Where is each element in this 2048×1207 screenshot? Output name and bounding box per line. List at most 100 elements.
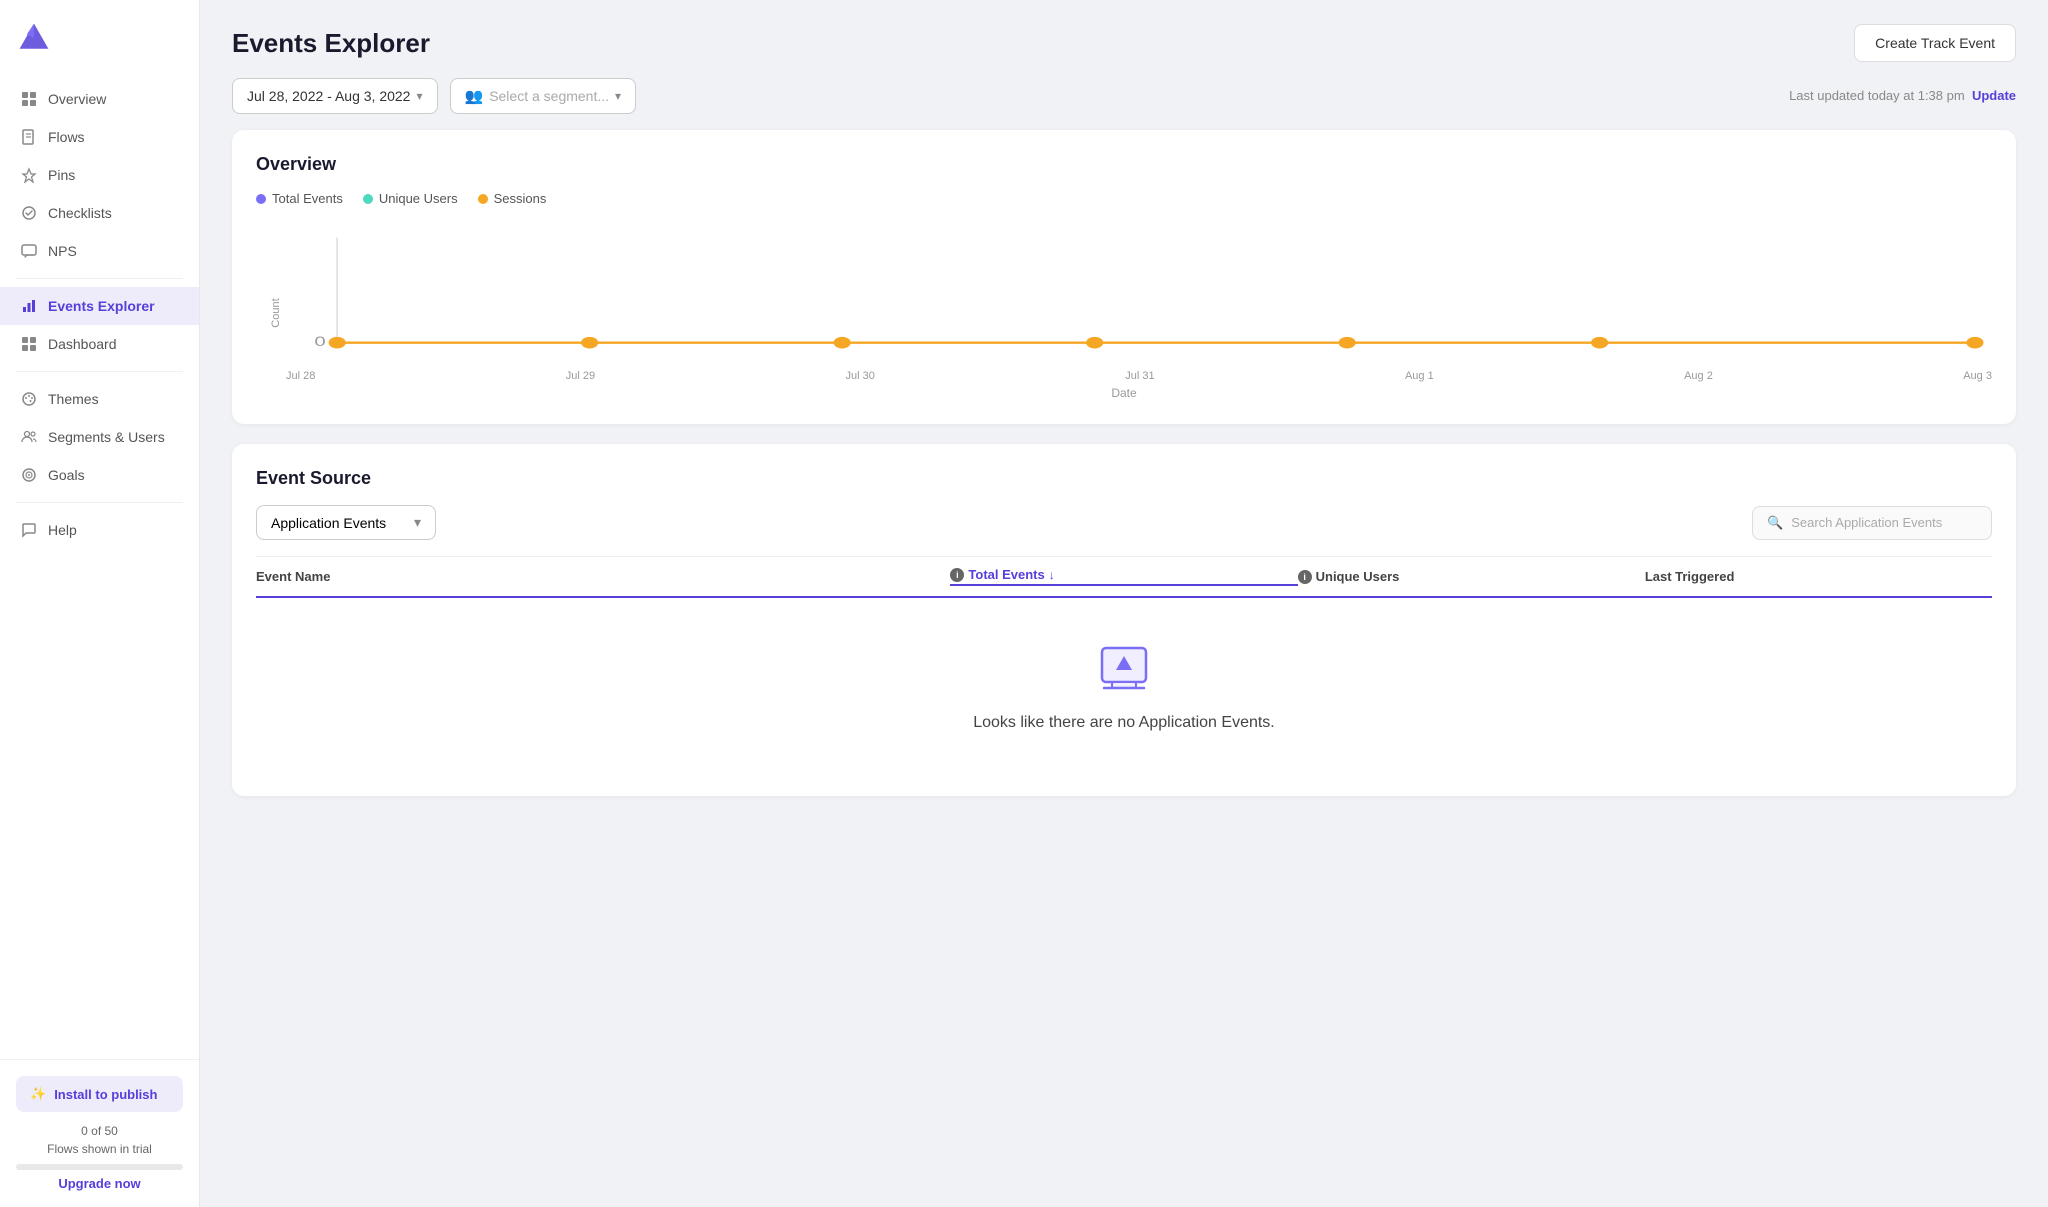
sidebar-item-segments-users[interactable]: Segments & Users [0,418,199,456]
sidebar-logo [0,0,199,72]
sidebar-item-nps[interactable]: NPS [0,232,199,270]
info-icon-unique[interactable]: i [1298,570,1312,584]
y-axis-label: Count [270,293,282,333]
sidebar-item-label: Themes [48,391,99,407]
date-range-value: Jul 28, 2022 - Aug 3, 2022 [247,88,410,104]
sidebar-item-checklists[interactable]: Checklists [0,194,199,232]
legend-label-unique: Unique Users [379,191,458,206]
sidebar-item-label: Pins [48,167,75,183]
chart-svg: 0 [286,226,1992,366]
source-selected-value: Application Events [271,515,386,531]
legend-unique-users: Unique Users [363,191,458,206]
sidebar-item-pins[interactable]: Pins [0,156,199,194]
trial-progress-bar [16,1164,183,1170]
segment-dropdown[interactable]: 👥 Select a segment... ▾ [450,78,637,114]
chart-wrapper: Count 0 [256,226,1992,400]
x-tick-6: Aug 3 [1963,370,1992,382]
chart-legend: Total Events Unique Users Sessions [256,191,1992,206]
sidebar-item-label: Overview [48,91,106,107]
x-tick-2: Jul 30 [845,370,874,382]
bar-chart-icon [20,297,38,315]
info-icon-total[interactable]: i [950,568,964,582]
sidebar-item-label: Segments & Users [48,429,165,445]
users-icon [20,428,38,446]
search-application-events[interactable]: 🔍 Search Application Events [1752,506,1992,540]
update-link[interactable]: Update [1972,88,2016,103]
trial-desc: Flows shown in trial [47,1142,152,1156]
last-updated-text: Last updated today at 1:38 pm Update [1789,87,2016,105]
filters-left: Jul 28, 2022 - Aug 3, 2022 ▾ 👥 Select a … [232,78,636,114]
legend-total-events: Total Events [256,191,343,206]
sidebar-item-overview[interactable]: Overview [0,80,199,118]
sidebar-item-label: Help [48,522,77,538]
app-logo [16,20,52,56]
sidebar-item-label: NPS [48,243,77,259]
chat-icon [20,521,38,539]
x-tick-5: Aug 2 [1684,370,1713,382]
empty-state: Looks like there are no Application Even… [256,598,1992,772]
chevron-down-icon: ▾ [416,89,422,103]
sidebar-item-goals[interactable]: Goals [0,456,199,494]
empty-state-icon [1094,638,1154,698]
overview-card: Overview Total Events Unique Users Sessi… [232,130,2016,424]
legend-label-sessions: Sessions [494,191,547,206]
last-updated-label: Last updated today at 1:38 pm Update [1789,88,2016,103]
sidebar-item-label: Dashboard [48,336,117,352]
chevron-down-icon-3: ▾ [414,514,421,531]
event-source-controls: Application Events ▾ 🔍 Search Applicatio… [256,505,1992,540]
sidebar-navigation: Overview Flows Pins Checklists [0,72,199,1059]
sidebar-item-help[interactable]: Help [0,511,199,549]
trial-info: 0 of 50 Flows shown in trial [16,1122,183,1170]
dashboard-icon [20,335,38,353]
svg-text:0: 0 [314,333,326,349]
event-source-title: Event Source [256,468,1992,489]
filters-row: Jul 28, 2022 - Aug 3, 2022 ▾ 👥 Select a … [200,78,2048,130]
legend-dot-total [256,194,266,204]
event-source-dropdown[interactable]: Application Events ▾ [256,505,436,540]
col-header-last-triggered: Last Triggered [1645,569,1992,584]
legend-label-total: Total Events [272,191,343,206]
page-header: Events Explorer Create Track Event [200,0,2048,78]
sidebar-item-dashboard[interactable]: Dashboard [0,325,199,363]
sidebar-item-label: Goals [48,467,85,483]
upgrade-now-link[interactable]: Upgrade now [16,1176,183,1191]
sidebar-item-themes[interactable]: Themes [0,380,199,418]
sidebar-bottom: ✨ Install to publish 0 of 50 Flows shown… [0,1059,199,1207]
x-tick-1: Jul 29 [566,370,595,382]
install-btn-label: Install to publish [54,1087,157,1102]
sidebar-divider-3 [16,502,183,503]
sidebar-item-flows[interactable]: Flows [0,118,199,156]
check-circle-icon [20,204,38,222]
x-tick-4: Aug 1 [1405,370,1434,382]
sidebar-item-label: Checklists [48,205,112,221]
target-icon [20,466,38,484]
sidebar-item-label: Events Explorer [48,298,155,314]
sort-arrow-icon: ↓ [1049,568,1055,582]
book-icon [20,128,38,146]
empty-state-text: Looks like there are no Application Even… [973,714,1275,732]
legend-dot-unique [363,194,373,204]
sidebar: Overview Flows Pins Checklists [0,0,200,1207]
search-placeholder: Search Application Events [1791,515,1942,530]
users-filter-icon: 👥 [465,87,484,105]
sidebar-divider [16,278,183,279]
chevron-down-icon-2: ▾ [615,89,621,103]
segment-placeholder: Select a segment... [489,88,609,104]
sidebar-item-label: Flows [48,129,85,145]
grid-icon [20,90,38,108]
col-header-total-events[interactable]: i Total Events ↓ [950,567,1297,586]
col-header-unique-users: i Unique Users [1298,569,1645,584]
pin-icon [20,166,38,184]
create-track-event-button[interactable]: Create Track Event [1854,24,2016,62]
wand-icon: ✨ [30,1086,46,1102]
x-axis-label: Date [256,386,1992,400]
col-header-event-name: Event Name [256,569,950,584]
event-source-card: Event Source Application Events ▾ 🔍 Sear… [232,444,2016,796]
install-to-publish-button[interactable]: ✨ Install to publish [16,1076,183,1112]
date-range-dropdown[interactable]: Jul 28, 2022 - Aug 3, 2022 ▾ [232,78,438,114]
comment-icon [20,242,38,260]
legend-dot-sessions [478,194,488,204]
overview-card-title: Overview [256,154,1992,175]
page-title: Events Explorer [232,28,430,59]
sidebar-item-events-explorer[interactable]: Events Explorer [0,287,199,325]
